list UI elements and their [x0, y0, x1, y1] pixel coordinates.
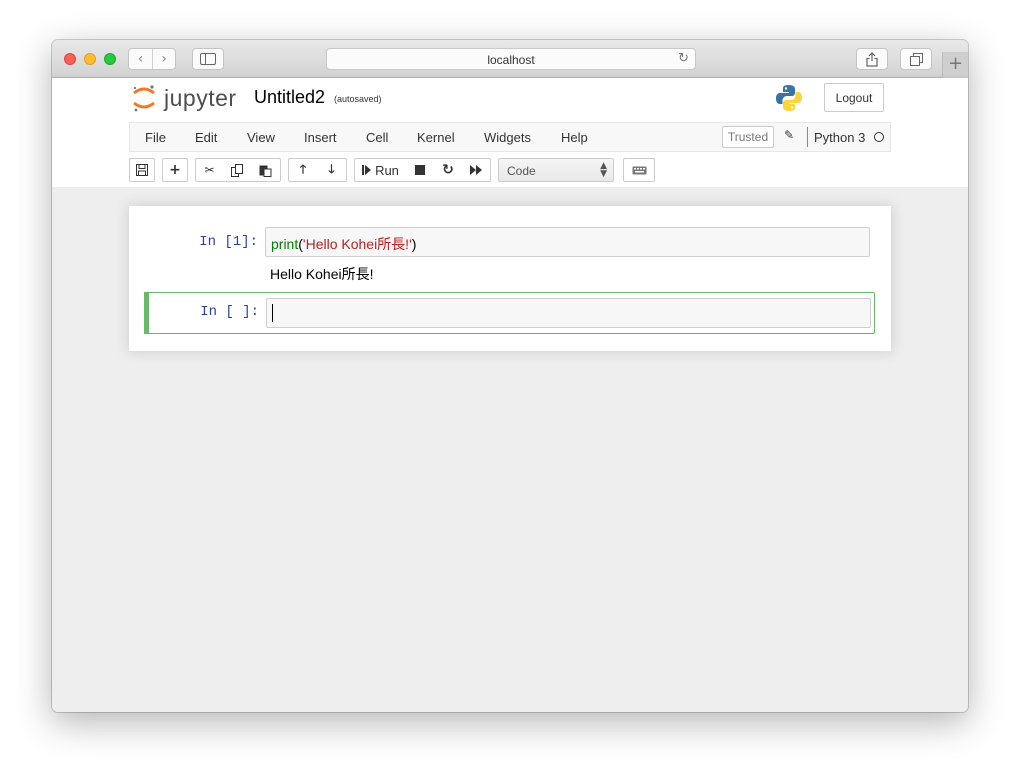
- jupyter-logo-icon: [133, 85, 155, 112]
- command-palette-button[interactable]: [623, 158, 655, 182]
- python-logo-icon: [776, 85, 802, 111]
- pencil-icon[interactable]: ✎: [784, 128, 794, 142]
- plus-icon: +: [169, 162, 181, 178]
- menu-help[interactable]: Help: [561, 130, 588, 145]
- copy-icon: [230, 163, 243, 177]
- code-input[interactable]: [266, 298, 871, 328]
- address-bar[interactable]: localhost ↻: [326, 48, 696, 70]
- interrupt-button[interactable]: [406, 158, 435, 182]
- jupyter-header: jupyter Untitled2 (autosaved) Logout Fil…: [52, 78, 968, 187]
- save-button[interactable]: [129, 158, 155, 182]
- menu-edit[interactable]: Edit: [195, 130, 217, 145]
- jupyter-wordmark: jupyter: [164, 84, 237, 111]
- restart-run-all-button[interactable]: [462, 158, 491, 182]
- tabs-icon: [909, 52, 923, 66]
- notebook-container: In [1]: print('Hello Kohei所長!') Hello Ko…: [129, 206, 891, 351]
- code-input[interactable]: print('Hello Kohei所長!'): [265, 227, 870, 257]
- code-line: print('Hello Kohei所長!'): [271, 234, 416, 254]
- kernel-separator: [807, 127, 808, 147]
- minimize-window-button[interactable]: [84, 53, 96, 65]
- jupyter-logo[interactable]: jupyter: [132, 83, 237, 113]
- paste-icon: [259, 165, 272, 177]
- code-builtin: print: [271, 236, 299, 252]
- share-button[interactable]: [856, 48, 888, 70]
- menu-view[interactable]: View: [247, 130, 275, 145]
- text-cursor: [272, 304, 273, 322]
- zoom-window-button[interactable]: [104, 53, 116, 65]
- browser-titlebar: ‹ › localhost ↻ +: [52, 40, 968, 78]
- back-forward-group: ‹ ›: [128, 48, 176, 70]
- kernel-name[interactable]: Python 3: [814, 130, 865, 145]
- reload-icon[interactable]: ↻: [678, 51, 689, 66]
- notebook-site: In [1]: print('Hello Kohei所長!') Hello Ko…: [52, 187, 968, 712]
- share-icon: [866, 51, 878, 67]
- menu-insert[interactable]: Insert: [304, 130, 337, 145]
- stop-icon: [415, 165, 425, 175]
- back-button[interactable]: ‹: [129, 49, 152, 69]
- keyboard-icon: [632, 166, 646, 174]
- chevron-right-icon: ›: [161, 51, 167, 67]
- notebook-name[interactable]: Untitled2: [254, 87, 325, 108]
- input-prompt: In [ ]:: [200, 304, 259, 320]
- insert-cell-button[interactable]: +: [162, 158, 188, 182]
- cell-type-value: Code: [507, 164, 536, 178]
- menu-cell[interactable]: Cell: [366, 130, 388, 145]
- fast-forward-icon: [470, 165, 482, 175]
- plus-icon: +: [947, 53, 964, 74]
- selected-cell-indicator: [144, 292, 149, 334]
- input-prompt: In [1]:: [199, 234, 258, 250]
- chevron-left-icon: ‹: [137, 51, 144, 67]
- menu-bar: File Edit View Insert Cell Kernel Widget…: [129, 122, 891, 152]
- scissors-icon: ✂: [204, 163, 215, 177]
- forward-button[interactable]: ›: [152, 49, 175, 69]
- tabs-overview-button[interactable]: [900, 48, 932, 70]
- paste-button[interactable]: [251, 158, 281, 182]
- sidebar-toggle-button[interactable]: [192, 48, 224, 70]
- code-paren-close: ): [411, 236, 417, 252]
- copy-button[interactable]: [223, 158, 252, 182]
- move-down-button[interactable]: 🡓: [317, 158, 347, 182]
- browser-window: ‹ › localhost ↻ + jupyter Untitled2 (aut…: [52, 40, 968, 712]
- select-arrows-icon: ▲ ▼: [600, 161, 607, 179]
- arrow-down-icon: 🡓: [328, 161, 335, 176]
- save-icon: [136, 164, 148, 176]
- arrow-up-icon: 🡑: [299, 161, 307, 176]
- kernel-idle-indicator: [874, 132, 884, 142]
- trusted-indicator[interactable]: Trusted: [722, 126, 774, 148]
- restart-button[interactable]: ↻: [434, 158, 463, 182]
- cell-type-select[interactable]: Code ▲ ▼: [498, 158, 614, 182]
- code-string: 'Hello Kohei所長!': [302, 236, 412, 252]
- menu-widgets[interactable]: Widgets: [484, 130, 531, 145]
- sidebar-icon: [200, 53, 216, 65]
- redo-icon: ↻: [442, 162, 454, 178]
- move-up-button[interactable]: 🡑: [288, 158, 318, 182]
- close-window-button[interactable]: [64, 53, 76, 65]
- cell-output: Hello Kohei所長!: [270, 266, 374, 282]
- menu-kernel[interactable]: Kernel: [417, 130, 455, 145]
- cut-button[interactable]: ✂: [195, 158, 224, 182]
- selected-code-cell[interactable]: In [ ]:: [144, 292, 875, 334]
- logout-button[interactable]: Logout: [824, 83, 884, 112]
- run-button[interactable]: Run: [354, 158, 407, 182]
- url-text: localhost: [487, 53, 535, 67]
- autosave-status: (autosaved): [334, 94, 382, 104]
- step-forward-icon: [362, 165, 372, 175]
- new-tab-button[interactable]: +: [942, 52, 968, 78]
- menu-file[interactable]: File: [145, 130, 166, 145]
- run-label: Run: [375, 162, 399, 178]
